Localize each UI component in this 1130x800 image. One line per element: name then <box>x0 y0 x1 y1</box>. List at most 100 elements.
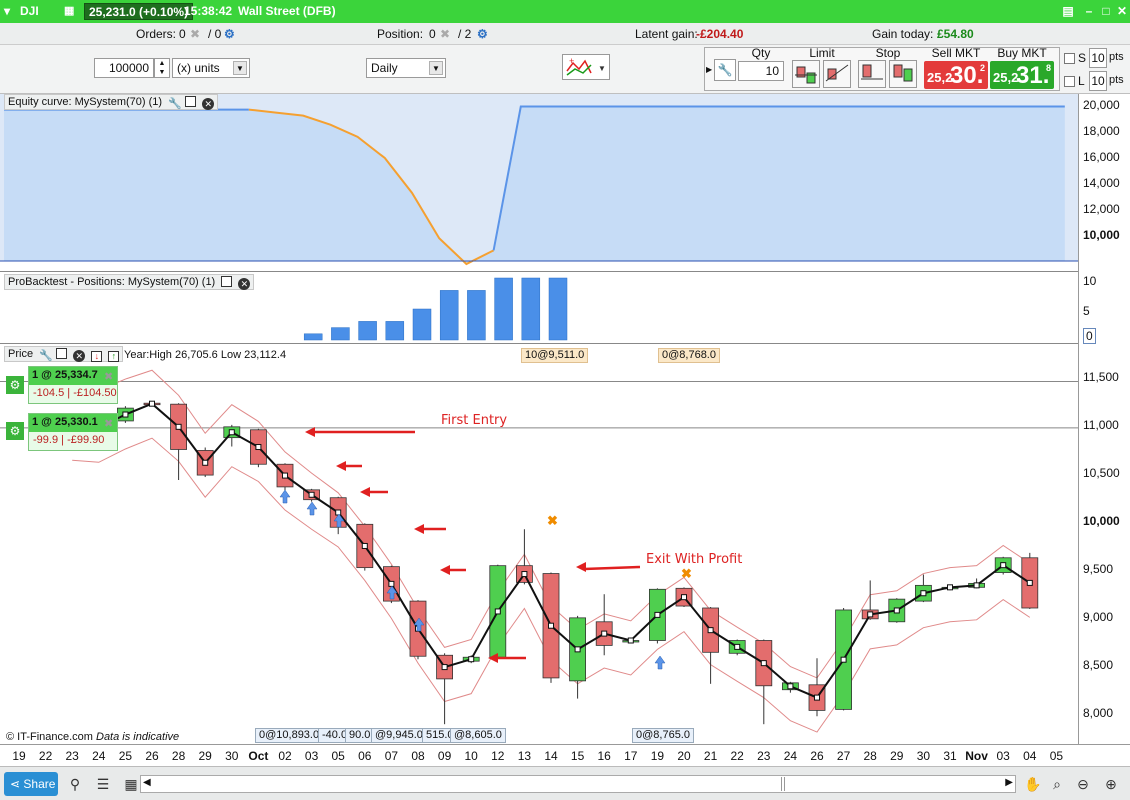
maximize-icon[interactable]: □ <box>1098 4 1114 18</box>
units-select[interactable]: (x) units ▼ <box>172 58 250 78</box>
qty-label: Qty <box>751 46 771 60</box>
scroll-thumb[interactable] <box>781 777 785 791</box>
wrench-icon[interactable]: 🔧 <box>39 349 53 362</box>
qty-input[interactable]: 10 <box>738 61 784 81</box>
gear-icon[interactable]: ⚙ <box>6 376 24 394</box>
buy-stop-button[interactable] <box>858 60 886 88</box>
x-tick: 10 <box>464 749 478 763</box>
price-line-marker <box>574 646 581 653</box>
position-close-icon[interactable]: ✖ <box>440 27 450 41</box>
y-tick: 12,000 <box>1083 202 1120 216</box>
instrument-name[interactable]: DJI <box>20 4 39 18</box>
position-label: Position: <box>377 27 424 41</box>
price-line-marker <box>601 630 608 637</box>
indicator-button[interactable]: + ▼ <box>562 54 610 80</box>
grid-icon[interactable]: ▦ <box>64 4 74 17</box>
quantity-input[interactable]: 100000 <box>94 58 154 78</box>
grid-icon[interactable]: ▦ <box>120 773 142 795</box>
y-tick: 14,000 <box>1083 176 1120 190</box>
price-line-marker <box>521 571 528 578</box>
date-x-axis: 19 22 23 24 25 26 28 29 30 Oct 02 03 05 06 07 08 09 10 12 1… <box>0 744 1130 766</box>
trade-tag[interactable]: @9,945.0 <box>371 728 427 743</box>
close-icon[interactable]: ✕ <box>238 278 251 290</box>
sell-limit-button[interactable] <box>823 60 851 88</box>
close-position-1-icon[interactable]: ✖ <box>104 370 113 383</box>
x-tick: 17 <box>624 749 638 763</box>
x-tick: 28 <box>171 749 186 763</box>
position-bar <box>385 321 405 341</box>
orders-gear-icon[interactable]: ⚙ <box>224 27 235 41</box>
window-icon[interactable] <box>221 276 233 287</box>
sell-market-label: Sell MKT <box>931 46 981 60</box>
price-line-marker <box>1026 579 1033 586</box>
orders-total: / 0 <box>208 27 222 41</box>
sell-market-button[interactable]: 25,2 30. 2 <box>924 61 988 89</box>
dropdown-arrow-icon[interactable]: ▾ <box>4 4 10 18</box>
price-badge: 25,231.0 (+0.10%) <box>84 3 194 20</box>
trade-tag[interactable]: 0@8,765.0 <box>632 728 694 743</box>
y-tick: 11,000 <box>1083 418 1119 432</box>
trade-tag[interactable]: @8,605.0 <box>450 728 506 743</box>
timeframe-select[interactable]: Daily ▼ <box>366 58 446 78</box>
buy-limit-button[interactable] <box>792 60 820 88</box>
close-position-2-icon[interactable]: ✖ <box>104 417 113 430</box>
position-gear-icon[interactable]: ⚙ <box>477 27 488 41</box>
buy-arrow-icon[interactable]: ↑ <box>108 351 120 362</box>
buy-market-button[interactable]: 25,2 31. 8 <box>990 61 1054 89</box>
position-bar <box>412 308 432 341</box>
y-tick: 10,000 <box>1083 514 1120 528</box>
price-line-marker <box>760 660 767 667</box>
limit-points-input[interactable]: 10 <box>1089 71 1107 91</box>
price-title-text: Price <box>8 348 34 360</box>
close-icon[interactable]: ✕ <box>202 98 215 110</box>
keyboard-icon[interactable]: ▤ <box>1060 4 1076 18</box>
chevron-down-icon: ▼ <box>429 61 443 75</box>
annotation-arrow-head <box>440 565 450 575</box>
x-tick: 27 <box>836 749 851 763</box>
x-tick: 28 <box>863 749 877 763</box>
position-tag[interactable]: 10@9,511.0 <box>521 348 589 363</box>
window-icon[interactable] <box>185 96 197 107</box>
latent-gain-value: -£204.40 <box>696 27 744 41</box>
x-tick: 25 <box>118 749 133 763</box>
zoom-in-icon[interactable]: ⊕ <box>1100 773 1122 795</box>
zoom-out-icon[interactable]: ⊖ <box>1072 773 1094 795</box>
measure-icon[interactable]: ⚲ <box>64 773 86 795</box>
wrench-icon[interactable]: 🔧 <box>168 97 182 110</box>
sell-arrow-icon[interactable]: ↓ <box>91 351 103 362</box>
expand-arrow-icon[interactable]: ▶ <box>706 65 712 74</box>
positions-panel-title: ProBacktest - Positions: MySystem(70) (1… <box>4 274 255 290</box>
x-tick: 30 <box>916 749 931 763</box>
share-button[interactable]: ⋖ Share <box>4 772 58 796</box>
pan-icon[interactable]: ✋ <box>1022 773 1044 795</box>
window-icon[interactable] <box>56 348 68 359</box>
trade-tag[interactable]: 90.0 <box>345 728 375 743</box>
orders-cancel-icon[interactable]: ✖ <box>190 27 200 41</box>
quantity-stepper[interactable]: ▲ ▼ <box>154 58 170 78</box>
wrench-icon[interactable]: 🔧 <box>714 59 736 81</box>
gear-icon[interactable]: ⚙ <box>6 422 24 440</box>
horizontal-scrollbar[interactable]: ◀ ▶ <box>140 775 1016 793</box>
stop-checkbox[interactable] <box>1064 53 1075 64</box>
position-bar <box>439 290 459 341</box>
scroll-left-icon[interactable]: ◀ <box>143 777 151 788</box>
position-tag[interactable]: 0@8,768.0 <box>658 348 720 363</box>
trade-tag[interactable]: 0@10,893.0 <box>255 728 324 743</box>
close-icon[interactable]: ✕ <box>73 350 86 362</box>
y-tick: 10,500 <box>1083 466 1120 480</box>
y-tick: 18,000 <box>1083 124 1120 138</box>
price-line-marker <box>654 611 661 618</box>
x-tick: 24 <box>92 749 106 763</box>
zoom-fit-icon[interactable]: ⌕ <box>1046 773 1068 795</box>
close-icon[interactable]: ✕ <box>1114 4 1130 18</box>
sell-stop-button[interactable] <box>889 60 917 88</box>
stop-points-input[interactable]: 10 <box>1089 48 1107 68</box>
buy-entry-arrow-icon <box>306 501 318 516</box>
x-tick: 19 <box>12 749 26 763</box>
y-tick: 5 <box>1083 304 1090 318</box>
limit-checkbox[interactable] <box>1064 76 1075 87</box>
list-icon[interactable]: ☰ <box>92 773 114 795</box>
control-bar: 100000 ▲ ▼ (x) units ▼ Daily ▼ + ▼ ▶ 🔧 Qt… <box>0 45 1130 94</box>
scroll-right-icon[interactable]: ▶ <box>1005 777 1013 788</box>
minimize-icon[interactable]: – <box>1081 4 1097 18</box>
